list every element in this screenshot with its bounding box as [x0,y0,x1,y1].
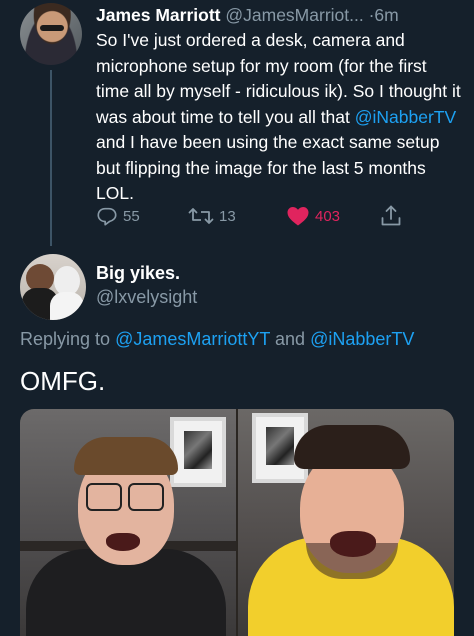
retweet-button[interactable]: 13 [188,203,236,229]
glasses-right-lens [128,483,164,511]
reply-count: 55 [123,207,140,225]
reply-tweet-text: OMFG. [20,366,106,396]
like-count: 403 [315,207,341,225]
tweet-timestamp[interactable]: 6m [374,5,398,25]
tweet-header: James Marriott @JamesMarriot... ·6m [96,4,466,26]
replying-to-and: and [270,329,311,349]
avatar-sunglasses [40,25,64,31]
media-left-photo [20,409,236,636]
replying-to-prefix: Replying to [20,329,116,349]
author-handle[interactable]: @JamesMarriot... [225,5,363,25]
person-right-hair [294,425,410,469]
reply-bubble-icon [97,207,117,226]
thread-connector-line [50,70,52,246]
retweet-arrows-icon [188,208,214,224]
replying-to-jamesmarriottyt-link[interactable]: @JamesMarriottYT [115,329,270,349]
person-left-hair [74,437,178,475]
reply-author-name[interactable]: Big yikes. [96,263,180,284]
share-upload-icon [381,205,401,226]
media-right-photo [238,409,454,636]
person-left-mouth [106,533,140,551]
replying-to-inabbertv-link[interactable]: @iNabberTV [310,329,414,349]
reply-button[interactable]: 55 [96,203,140,229]
share-button[interactable] [380,203,402,229]
wall-picture-frame [170,417,226,487]
heart-filled-icon [287,207,309,226]
retweet-count: 13 [219,207,236,225]
like-button[interactable]: 403 [286,203,340,229]
mention-link-inabbertv[interactable]: @iNabberTV [355,107,456,127]
reply-author-handle[interactable]: @lxvelysight [96,287,197,308]
tweet-text: So I've just ordered a desk, camera and … [96,28,462,207]
avatar-person-right-body [50,292,84,320]
author-name[interactable]: James Marriott [96,5,221,25]
tweet-media-image[interactable] [20,409,454,636]
glasses-left-lens [86,483,122,511]
replying-to-line: Replying to @JamesMarriottYT and @iNabbe… [20,329,470,350]
avatar-james-marriott[interactable] [20,3,82,65]
twitter-thread-screen: James Marriott @JamesMarriot... ·6m So I… [0,0,474,636]
tweet-text-part2: and I have been using the exact same set… [96,132,440,203]
avatar-big-yikes[interactable] [20,254,86,320]
person-right-mouth [330,531,376,557]
tweet-action-bar: 55 13 403 [96,203,426,229]
